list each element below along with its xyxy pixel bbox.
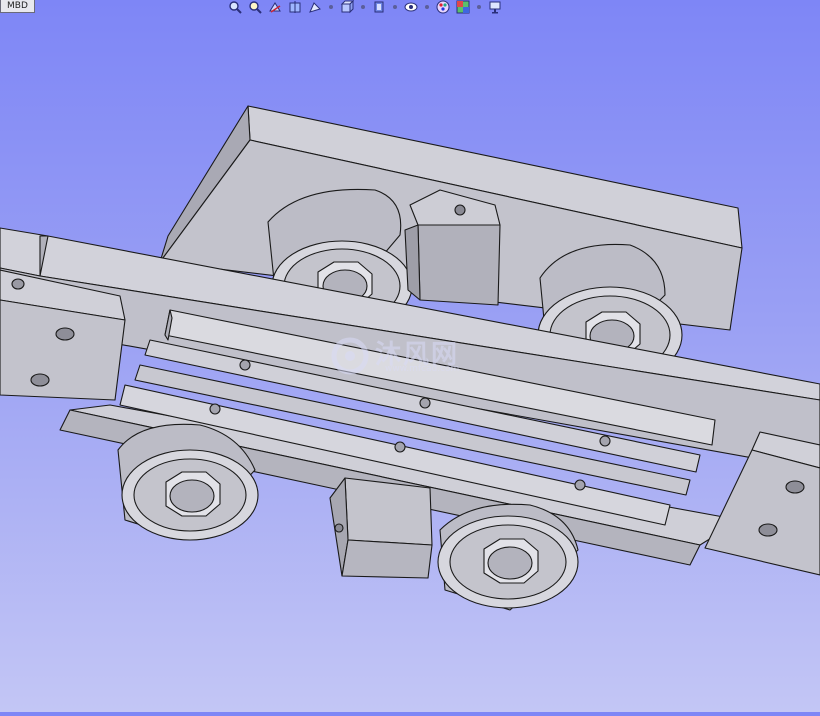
toolbar-separator [360,0,366,14]
zoom-to-fit-icon[interactable] [228,0,242,14]
model-view[interactable] [0,0,820,712]
wheel-lower-right[interactable] [437,503,579,611]
edit-appearance-icon[interactable] [436,0,450,14]
clamp-block-upper[interactable] [404,189,501,306]
display-style-icon[interactable] [372,0,386,14]
previous-view-icon[interactable] [268,0,282,14]
heads-up-view-toolbar [228,0,502,14]
view-settings-icon[interactable] [488,0,502,14]
graphics-viewport[interactable] [0,0,820,712]
toolbar-separator [424,0,430,14]
view-orientation-icon[interactable] [340,0,354,14]
hide-show-items-icon[interactable] [404,0,418,14]
end-plate-right[interactable] [704,431,820,576]
toolbar-separator [476,0,482,14]
toolbar-separator [328,0,334,14]
mbd-tab[interactable]: MBD [0,0,35,13]
dynamic-annotation-icon[interactable] [308,0,322,14]
section-view-icon[interactable] [288,0,302,14]
apply-scene-icon[interactable] [456,0,470,14]
clamp-block-lower[interactable] [329,477,433,579]
toolbar-separator [392,0,398,14]
zoom-to-area-icon[interactable] [248,0,262,14]
